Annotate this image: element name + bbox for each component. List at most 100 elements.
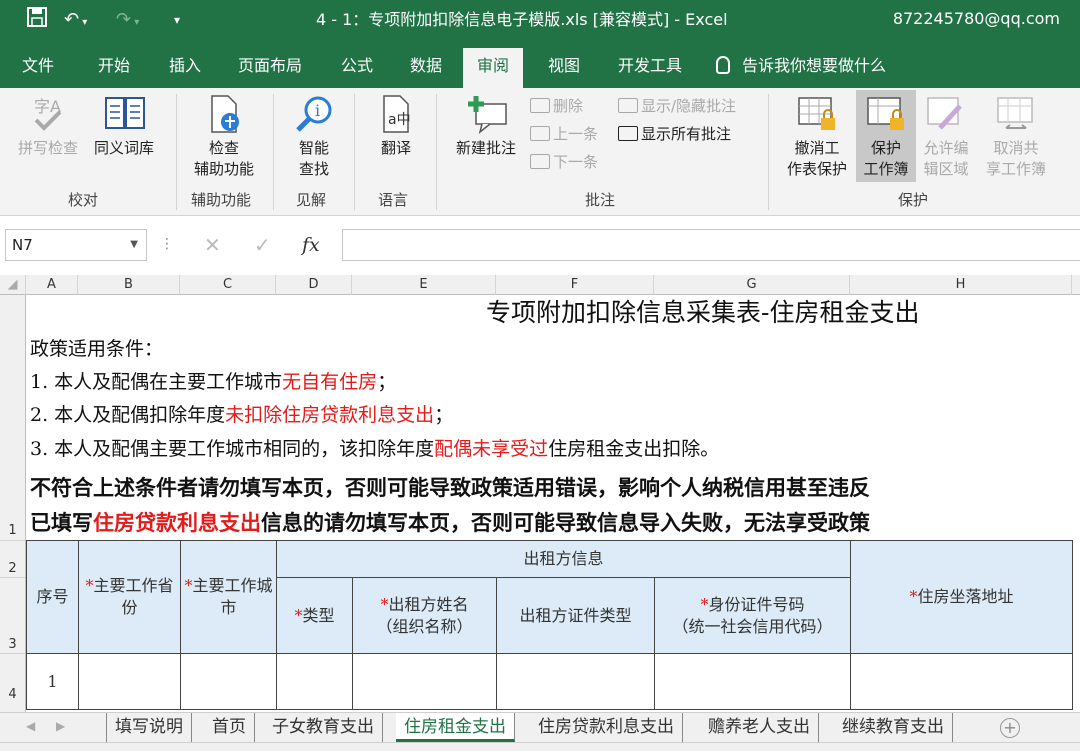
tab-page-layout[interactable]: 页面布局 bbox=[232, 48, 308, 88]
account-email[interactable]: 872245780@qq.com bbox=[893, 9, 1060, 29]
warning-line-2-text: 已填写 bbox=[30, 510, 93, 535]
scroll-tabs-left-icon[interactable]: ◀ bbox=[26, 719, 35, 733]
sheet-tab-housing-rent[interactable]: 住房租金支出 bbox=[396, 713, 515, 742]
svg-text:a中: a中 bbox=[388, 112, 411, 128]
tab-home[interactable]: 开始 bbox=[92, 48, 136, 88]
column-header-b[interactable]: B bbox=[78, 275, 180, 295]
undo-icon[interactable]: ↶ ▾ bbox=[64, 6, 87, 37]
unprotect-sheet-button[interactable]: 撤消工 作表保护 bbox=[780, 94, 854, 180]
group-label-protect: 保护 bbox=[898, 191, 929, 209]
new-comment-label: 新建批注 bbox=[455, 139, 516, 157]
add-sheet-icon[interactable]: + bbox=[1000, 718, 1020, 738]
row-divider bbox=[0, 540, 25, 541]
cell-type[interactable] bbox=[276, 653, 353, 710]
header-city[interactable]: *主要工作城市 bbox=[180, 540, 277, 654]
cell-province[interactable] bbox=[78, 653, 181, 710]
tab-developer[interactable]: 开发工具 bbox=[612, 48, 688, 88]
column-header-f[interactable]: F bbox=[496, 275, 654, 295]
protect-workbook-button[interactable]: 保护 工作簿 bbox=[856, 90, 916, 182]
sheet-tab-mortgage-interest[interactable]: 住房贷款利息支出 bbox=[530, 713, 683, 742]
header-lessor-info[interactable]: 出租方信息 bbox=[276, 540, 851, 578]
cell-lessor-name[interactable] bbox=[352, 653, 497, 710]
show-hide-comment-button[interactable]: 显示/隐藏批注 bbox=[618, 96, 736, 116]
thesaurus-button[interactable]: 同义词库 bbox=[88, 94, 160, 159]
new-comment-button[interactable]: 新建批注 bbox=[448, 94, 524, 159]
cell-lessor-id-type[interactable] bbox=[496, 653, 655, 710]
show-all-comments-button[interactable]: 显示所有批注 bbox=[618, 124, 731, 144]
column-header-g[interactable]: G bbox=[654, 275, 850, 295]
condition-1-highlight: 无自有住房 bbox=[282, 371, 378, 393]
tab-review[interactable]: 审阅 bbox=[463, 48, 524, 88]
select-all-icon[interactable]: ◢ bbox=[0, 275, 26, 295]
delete-comment-button[interactable]: 删除 bbox=[530, 96, 583, 116]
tab-insert[interactable]: 插入 bbox=[163, 48, 207, 88]
condition-1: 1. 本人及配偶在主要工作城市无自有住房； bbox=[30, 368, 396, 396]
condition-2-text: 2. 本人及配偶扣除年度 bbox=[30, 404, 226, 426]
tab-view[interactable]: 视图 bbox=[542, 48, 586, 88]
condition-3-text: 3. 本人及配偶主要工作城市相同的，该扣除年度 bbox=[30, 438, 435, 460]
name-box[interactable]: N7 ▼ bbox=[5, 229, 147, 261]
svg-text:i: i bbox=[315, 101, 320, 120]
row-header-4[interactable]: 4 bbox=[0, 687, 25, 702]
allow-edit-ranges-button[interactable]: 允许编 辑区域 bbox=[918, 94, 974, 180]
sheet-tab-home[interactable]: 首页 bbox=[204, 713, 255, 742]
smart-lookup-label-2: 查找 bbox=[298, 160, 329, 178]
cancel-icon[interactable]: ✕ bbox=[204, 234, 221, 256]
formula-input[interactable] bbox=[342, 229, 1080, 261]
column-header-d[interactable]: D bbox=[276, 275, 352, 295]
customize-quick-access-icon[interactable]: ▾ bbox=[174, 6, 180, 34]
tell-me-search[interactable]: 告诉我你想要做什么 bbox=[716, 48, 886, 84]
edit-ranges-icon bbox=[926, 94, 966, 134]
row-header-2[interactable]: 2 bbox=[0, 561, 25, 576]
worksheet[interactable]: 专项附加扣除信息采集表-住房租金支出 政策适用条件： 1. 本人及配偶在主要工作… bbox=[26, 295, 1080, 712]
tab-data[interactable]: 数据 bbox=[404, 48, 448, 88]
header-address[interactable]: *住房坐落地址 bbox=[850, 540, 1073, 654]
drag-handle-icon[interactable]: ⋮ bbox=[160, 237, 174, 251]
scroll-tabs-right-icon[interactable]: ▶ bbox=[56, 719, 65, 733]
sheet-tab-elderly-support[interactable]: 赡养老人支出 bbox=[700, 713, 819, 742]
row-header-1[interactable]: 1 bbox=[0, 523, 25, 538]
chevron-down-icon[interactable]: ▼ bbox=[130, 230, 138, 260]
column-header-e[interactable]: E bbox=[352, 275, 496, 295]
cell-seq[interactable]: 1 bbox=[26, 653, 79, 710]
previous-comment-icon bbox=[530, 126, 550, 141]
header-province[interactable]: *主要工作省份 bbox=[78, 540, 181, 654]
redo-icon[interactable]: ↷ ▾ bbox=[116, 6, 139, 37]
enter-icon[interactable]: ✓ bbox=[254, 234, 271, 256]
unshare-workbook-label-1: 取消共 bbox=[993, 139, 1039, 157]
header-seq[interactable]: 序号 bbox=[26, 540, 79, 654]
warning-line-2: 已填写住房贷款利息支出信息的请勿填写本页，否则可能导致信息导入失败，无法享受政策 bbox=[30, 508, 870, 538]
insert-function-icon[interactable]: fx bbox=[302, 234, 320, 256]
next-comment-button[interactable]: 下一条 bbox=[530, 152, 598, 172]
spell-check-button[interactable]: 字A 拼写检查 bbox=[12, 94, 84, 159]
cell-city[interactable] bbox=[180, 653, 277, 710]
sheet-tab-continuing-education[interactable]: 继续教育支出 bbox=[834, 713, 953, 742]
cell-id-number[interactable] bbox=[654, 653, 851, 710]
book-icon bbox=[104, 94, 145, 134]
check-accessibility-button[interactable]: 检查 辅助功能 bbox=[186, 94, 262, 180]
column-header-c[interactable]: C bbox=[180, 275, 276, 295]
sheet-tab-instructions[interactable]: 填写说明 bbox=[106, 713, 192, 742]
column-header-a[interactable]: A bbox=[26, 275, 78, 295]
new-comment-icon bbox=[466, 94, 507, 134]
sheet-tab-child-education[interactable]: 子女教育支出 bbox=[264, 713, 383, 742]
tab-formulas[interactable]: 公式 bbox=[335, 48, 379, 88]
group-divider bbox=[273, 94, 274, 210]
header-lessor-name-sub: （组织名称） bbox=[376, 616, 473, 636]
tab-file[interactable]: 文件 bbox=[16, 48, 60, 88]
previous-comment-button[interactable]: 上一条 bbox=[530, 124, 598, 144]
unshare-workbook-button[interactable]: 取消共 享工作簿 bbox=[980, 94, 1052, 180]
save-icon[interactable] bbox=[26, 6, 48, 37]
header-id-number[interactable]: *身份证件号码 （统一社会信用代码） bbox=[654, 577, 851, 654]
header-type[interactable]: *类型 bbox=[276, 577, 353, 654]
column-header-h[interactable]: H bbox=[850, 275, 1072, 295]
table-row: 1 bbox=[26, 653, 1073, 710]
header-lessor-name[interactable]: *出租方姓名 （组织名称） bbox=[352, 577, 497, 654]
cell-address[interactable] bbox=[850, 653, 1073, 710]
row-header-3[interactable]: 3 bbox=[0, 637, 25, 652]
show-all-comments-icon bbox=[618, 126, 638, 141]
condition-1-end: ； bbox=[377, 371, 397, 393]
translate-button[interactable]: a中 翻译 bbox=[366, 94, 426, 159]
header-lessor-id-type[interactable]: 出租方证件类型 bbox=[496, 577, 655, 654]
smart-lookup-button[interactable]: i 智能 查找 bbox=[284, 94, 344, 180]
